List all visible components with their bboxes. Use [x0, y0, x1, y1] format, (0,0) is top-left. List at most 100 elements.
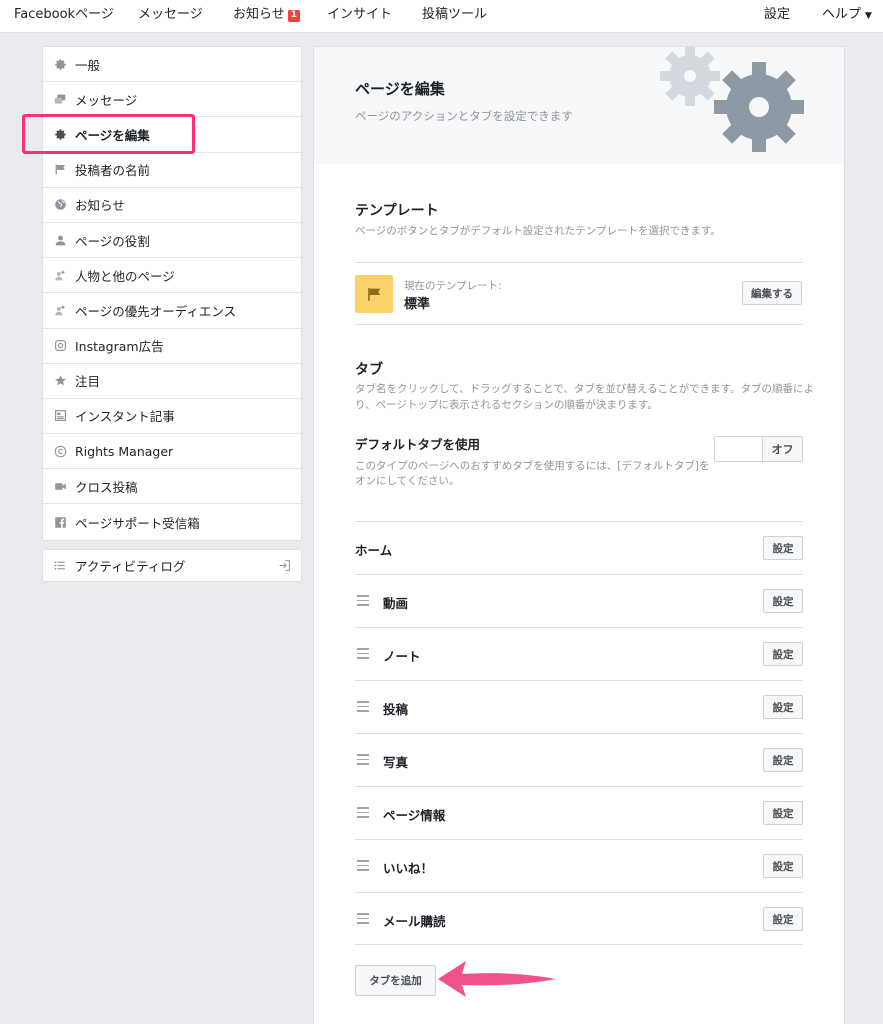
sidebar-item-activity-log[interactable]: アクティビティログ [42, 549, 302, 582]
default-tabs-heading: デフォルトタブを使用 [355, 437, 481, 452]
tab-settings-button[interactable]: 設定 [763, 748, 803, 772]
tab-row-email-subscription[interactable]: メール購読 設定 [355, 892, 803, 945]
sidebar-item-label: Rights Manager [75, 443, 174, 459]
tab-settings-button[interactable]: 設定 [763, 854, 803, 878]
settings-sidebar: 一般 メッセージ ページを編集 投稿者の名前 お知らせ ページの役割 人物と他の… [42, 46, 302, 541]
sidebar-item-label: ページサポート受信箱 [75, 515, 200, 531]
copyright-icon [53, 444, 67, 458]
tab-name: 写真 [383, 755, 409, 770]
template-description: ページのボタンとタブがデフォルト設定されたテンプレートを選択できます。 [355, 225, 721, 237]
sidebar-item-attribution[interactable]: 投稿者の名前 [43, 153, 301, 188]
gear-icon [53, 57, 67, 71]
current-template-label: 現在のテンプレート: [404, 280, 502, 292]
tab-name: メール購読 [383, 914, 446, 929]
tab-name: ノート [383, 649, 421, 664]
video-icon [53, 479, 67, 493]
sidebar-item-instant-articles[interactable]: インスタント記事 [43, 399, 301, 435]
default-tabs-toggle[interactable]: オフ [714, 436, 803, 462]
toggle-off-label: オフ [762, 437, 802, 461]
facebook-icon [53, 515, 67, 529]
star-icon [53, 374, 67, 388]
flag-icon [53, 163, 67, 177]
sidebar-item-preferred-audience[interactable]: ページの優先オーディエンス [43, 293, 301, 329]
page-title: ページを編集 [355, 80, 445, 98]
sidebar-item-label: 注目 [75, 374, 101, 390]
tab-row-home[interactable]: ホーム 設定 [355, 521, 803, 574]
tab-settings-button[interactable]: 設定 [763, 907, 803, 931]
tab-settings-button[interactable]: 設定 [763, 589, 803, 613]
sidebar-item-messages[interactable]: メッセージ [43, 82, 301, 118]
sidebar-item-page-roles[interactable]: ページの役割 [43, 223, 301, 259]
sidebar-item-edit-page[interactable]: ページを編集 [43, 117, 301, 153]
divider [355, 262, 803, 263]
nav-publishing-tools[interactable]: 投稿ツール [422, 0, 487, 32]
page-subtitle: ページのアクションとタブを設定できます [355, 109, 573, 123]
caret-down-icon: ▼ [865, 11, 872, 21]
gear-illustration-icon [660, 47, 720, 106]
tab-settings-button[interactable]: 設定 [763, 642, 803, 666]
gear-icon [53, 127, 67, 141]
tab-name: いいね！ [383, 861, 434, 876]
sidebar-item-crossposting[interactable]: クロス投稿 [43, 469, 301, 505]
tab-name: ページ情報 [383, 808, 446, 823]
tab-settings-button[interactable]: 設定 [763, 695, 803, 719]
tab-row-posts[interactable]: 投稿 設定 [355, 680, 803, 733]
sidebar-item-notifications[interactable]: お知らせ [43, 188, 301, 223]
tab-row-notes[interactable]: ノート 設定 [355, 627, 803, 680]
sidebar-item-people-and-pages[interactable]: 人物と他のページ [43, 258, 301, 294]
sidebar-item-featured[interactable]: 注目 [43, 364, 301, 399]
sidebar-item-label: ページの役割 [75, 233, 150, 249]
nav-settings[interactable]: 設定 [764, 0, 790, 32]
edit-page-panel: ページを編集 ページのアクションとタブを設定できます テンプレート ページのボタ… [313, 46, 845, 1024]
sidebar-item-support-inbox[interactable]: ページサポート受信箱 [43, 504, 301, 539]
sidebar-item-label: メッセージ [75, 92, 138, 108]
instagram-icon [53, 339, 67, 353]
notification-badge: 1 [287, 10, 301, 22]
template-flag-icon [355, 275, 393, 313]
drag-handle-icon[interactable] [357, 860, 369, 874]
sidebar-item-label: 人物と他のページ [75, 268, 175, 284]
tab-row-photos[interactable]: 写真 設定 [355, 733, 803, 786]
tab-name: 動画 [383, 596, 409, 611]
people-icon [53, 268, 67, 282]
person-icon [53, 233, 67, 247]
divider [355, 944, 803, 945]
edit-template-button[interactable]: 編集する [742, 281, 802, 305]
sidebar-item-rights-manager[interactable]: Rights Manager [43, 434, 301, 470]
drag-handle-icon[interactable] [357, 701, 369, 715]
nav-notifications[interactable]: お知らせ 1 [233, 0, 301, 32]
nav-help-label: ヘルプ [822, 7, 862, 22]
sidebar-item-label: クロス投稿 [75, 479, 138, 495]
gear-illustration-icon [714, 62, 804, 152]
top-navigation: Facebookページ メッセージ お知らせ 1 インサイト 投稿ツール 設定 ヘ… [0, 0, 883, 33]
people-icon [53, 303, 67, 317]
globe-icon [53, 198, 67, 212]
nav-facebook-page[interactable]: Facebookページ [14, 0, 114, 32]
tab-row-likes[interactable]: いいね！ 設定 [355, 839, 803, 892]
activity-log-label: アクティビティログ [75, 559, 186, 574]
tabs-description-line2: り、ページトップに表示されるセクションの順番が決まります。 [355, 399, 658, 411]
list-icon [53, 559, 67, 573]
drag-handle-icon[interactable] [357, 648, 369, 662]
sidebar-item-instagram-ads[interactable]: Instagram広告 [43, 329, 301, 364]
nav-messages[interactable]: メッセージ [138, 0, 203, 32]
sidebar-item-label: Instagram広告 [75, 339, 164, 355]
nav-help[interactable]: ヘルプ ▼ [822, 0, 872, 32]
default-tabs-description-line1: このタイプのページへのおすすめタブを使用するには、[デフォルトタブ]を [355, 460, 710, 472]
drag-handle-icon[interactable] [357, 754, 369, 768]
tab-settings-button[interactable]: 設定 [763, 536, 803, 560]
tab-row-about[interactable]: ページ情報 設定 [355, 786, 803, 839]
nav-insights[interactable]: インサイト [327, 0, 392, 32]
sidebar-item-general[interactable]: 一般 [43, 47, 301, 83]
drag-handle-icon[interactable] [357, 595, 369, 609]
tab-name: ホーム [355, 543, 393, 558]
sidebar-item-label: ページの優先オーディエンス [75, 303, 237, 319]
default-tabs-description-line2: オンにしてください。 [355, 475, 460, 487]
sidebar-item-label: お知らせ [75, 198, 125, 214]
nav-notifications-label: お知らせ [233, 7, 285, 22]
tab-settings-button[interactable]: 設定 [763, 801, 803, 825]
drag-handle-icon[interactable] [357, 807, 369, 821]
add-tab-button[interactable]: タブを追加 [355, 965, 436, 996]
drag-handle-icon[interactable] [357, 913, 369, 927]
tab-row-videos[interactable]: 動画 設定 [355, 574, 803, 627]
